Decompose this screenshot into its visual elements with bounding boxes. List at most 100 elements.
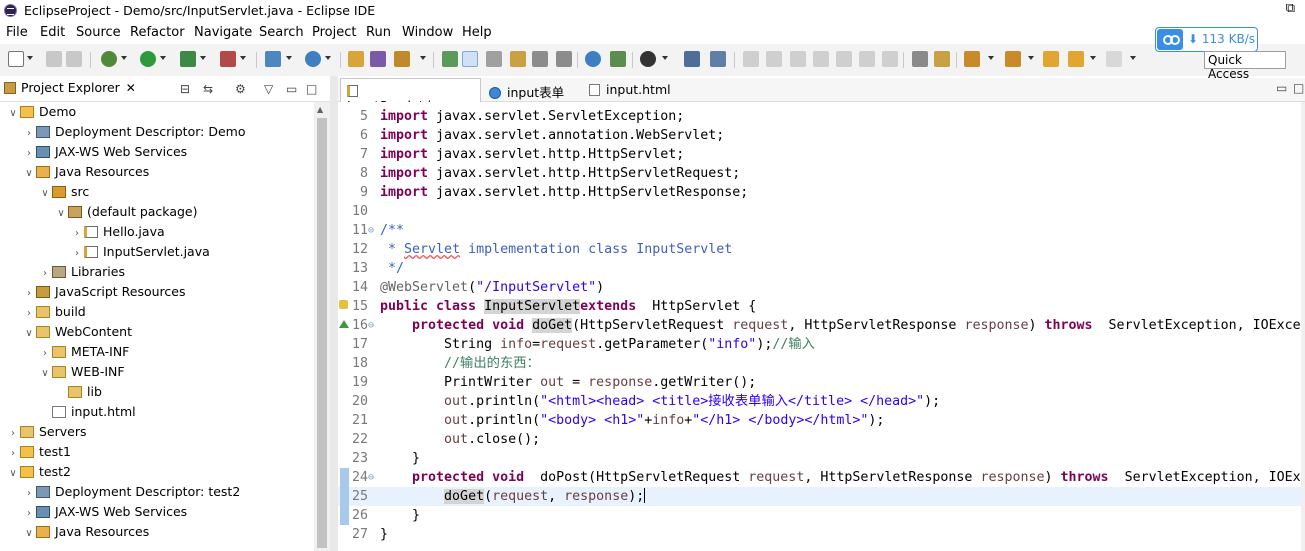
new-file-icon[interactable]: [8, 51, 24, 67]
editor-tab[interactable]: input.html: [583, 78, 683, 102]
quick-access-field[interactable]: Quick Access: [1204, 51, 1286, 81]
refresh-icon[interactable]: [610, 51, 626, 67]
skip-breakpoints-icon[interactable]: [710, 51, 726, 67]
menu-project[interactable]: Project: [312, 25, 356, 40]
scroll-up-icon[interactable]: ▲: [317, 105, 323, 114]
debug-icon[interactable]: [101, 51, 117, 67]
chevron-down-icon[interactable]: ∨: [8, 468, 18, 479]
last-edit-dropdown-icon[interactable]: [1028, 56, 1034, 60]
menu-navigate[interactable]: Navigate: [194, 25, 252, 40]
block-selection-icon[interactable]: [486, 51, 502, 67]
chevron-right-icon[interactable]: ›: [8, 428, 18, 439]
chevron-right-icon[interactable]: ›: [24, 128, 34, 139]
code-line[interactable]: 15 public class InputServletextends HttpS…: [338, 297, 1301, 316]
code-line[interactable]: 12 * Servlet implementation class InputS…: [338, 240, 1301, 259]
tree-item[interactable]: › test1: [8, 444, 71, 464]
view-divider[interactable]: [330, 76, 338, 551]
chevron-right-icon[interactable]: ›: [40, 268, 50, 279]
menu-source[interactable]: Source: [76, 25, 121, 40]
disconnect-icon[interactable]: [813, 51, 829, 67]
tree-item[interactable]: › InputServlet.java: [72, 244, 210, 264]
override-marker-icon[interactable]: [339, 320, 349, 328]
resume-icon[interactable]: [743, 51, 759, 67]
tree-item[interactable]: › JAX-WS Web Services: [24, 144, 187, 164]
tree-item[interactable]: › JavaScript Resources: [24, 284, 185, 304]
code-line[interactable]: 21 out.println("<body> <h1>"+info+"</h1>…: [338, 411, 1301, 430]
new-dropdown-icon[interactable]: [27, 56, 33, 60]
new-java-class-dropdown-icon[interactable]: [325, 56, 331, 60]
chevron-down-icon[interactable]: ∨: [24, 168, 34, 179]
tree-item[interactable]: › Servers: [8, 424, 87, 444]
run-icon[interactable]: [140, 51, 156, 67]
chevron-right-icon[interactable]: ›: [24, 508, 34, 519]
link-with-editor-icon[interactable]: ⇆: [203, 82, 213, 96]
new-server-dropdown-icon[interactable]: [286, 56, 292, 60]
toggle-mark-occurrences-icon[interactable]: [442, 51, 458, 67]
code-line[interactable]: 16 ⊖ protected void doGet(HttpServletRequ…: [338, 316, 1301, 335]
menu-help[interactable]: Help: [462, 25, 492, 40]
tree-item[interactable]: › build: [24, 304, 86, 324]
chevron-down-icon[interactable]: ∨: [24, 528, 34, 539]
chevron-down-icon[interactable]: ∨: [40, 368, 50, 379]
tree-item[interactable]: › Libraries: [40, 264, 125, 284]
console-icon[interactable]: [640, 51, 656, 67]
code-line[interactable]: 20 out.println("<html><head> <title>接收表单…: [338, 392, 1301, 411]
terminate-icon[interactable]: [790, 51, 806, 67]
chevron-right-icon[interactable]: ›: [24, 308, 34, 319]
view-menu-icon[interactable]: ▽: [264, 82, 273, 96]
chevron-right-icon[interactable]: ›: [24, 288, 34, 299]
tree-item[interactable]: input.html: [40, 404, 136, 424]
tree-item[interactable]: › Deployment Descriptor: Demo: [24, 124, 245, 144]
word-wrap-icon[interactable]: [532, 51, 548, 67]
debug-dropdown-icon[interactable]: [121, 56, 127, 60]
external-tools-dropdown-icon[interactable]: [240, 56, 246, 60]
save-icon[interactable]: [46, 51, 62, 67]
terminal-icon[interactable]: [684, 51, 700, 67]
chevron-down-icon[interactable]: ∨: [8, 108, 18, 119]
menu-file[interactable]: File: [6, 25, 28, 40]
external-tools-icon[interactable]: [220, 51, 236, 67]
code-line[interactable]: 27}: [338, 525, 1301, 544]
editor-overview-ruler[interactable]: [1301, 102, 1305, 551]
back-icon[interactable]: [1068, 51, 1084, 67]
chevron-down-icon[interactable]: ∨: [40, 188, 50, 199]
code-line[interactable]: 11 ⊖/**: [338, 221, 1301, 240]
new-java-class-icon[interactable]: [305, 51, 321, 67]
next-edit-dropdown-icon[interactable]: [988, 56, 994, 60]
tree-item[interactable]: ∨ src: [40, 184, 89, 204]
chevron-right-icon[interactable]: ›: [72, 228, 82, 239]
chevron-right-icon[interactable]: ›: [40, 348, 50, 359]
tree-item[interactable]: ∨ Java Resources: [24, 164, 149, 184]
menu-search[interactable]: Search: [259, 25, 304, 40]
project-tree-scrollbar[interactable]: ▲: [314, 102, 330, 551]
suspend-icon[interactable]: [766, 51, 782, 67]
step-over-icon[interactable]: [859, 51, 875, 67]
code-line[interactable]: 7 import javax.servlet.http.HttpServlet;: [338, 145, 1301, 164]
code-line[interactable]: 22 out.close();: [338, 430, 1301, 449]
code-line[interactable]: 9 import javax.servlet.http.HttpServletRe…: [338, 183, 1301, 202]
project-tree[interactable]: ∨ Demo › Deployment Descriptor: Demo › JAX-WS…: [0, 102, 314, 551]
tree-item[interactable]: ∨ WebContent: [24, 324, 132, 344]
maximize-icon[interactable]: □: [1293, 81, 1304, 95]
project-explorer-tab[interactable]: Project Explorer ✕: [4, 80, 136, 100]
open-web-browser-icon[interactable]: [585, 51, 601, 67]
menu-edit[interactable]: Edit: [40, 25, 65, 40]
filter-icon[interactable]: ⚙: [235, 82, 246, 96]
chevron-right-icon[interactable]: ›: [8, 448, 18, 459]
use-step-filters-icon[interactable]: [912, 51, 928, 67]
close-icon[interactable]: ✕: [126, 81, 136, 95]
minimize-icon[interactable]: ▭: [286, 82, 297, 96]
search-dropdown-icon[interactable]: [420, 56, 426, 60]
next-edit-location-icon[interactable]: [964, 51, 980, 67]
code-line[interactable]: 6 import javax.servlet.annotation.WebServ…: [338, 126, 1301, 145]
network-speed-badge[interactable]: ⬇ 113 KB/s: [1155, 27, 1258, 52]
tree-item[interactable]: ∨ Demo: [8, 104, 76, 124]
maximize-icon[interactable]: □: [306, 82, 317, 96]
fold-toggle-icon[interactable]: ⊖: [368, 468, 378, 487]
fold-toggle-icon[interactable]: ⊖: [368, 316, 378, 335]
tree-item[interactable]: ∨ (default package): [56, 204, 197, 224]
minimize-icon[interactable]: ▭: [1276, 81, 1287, 95]
open-task-icon[interactable]: [370, 51, 386, 67]
step-into-icon[interactable]: [836, 51, 852, 67]
code-line[interactable]: 23 }: [338, 449, 1301, 468]
